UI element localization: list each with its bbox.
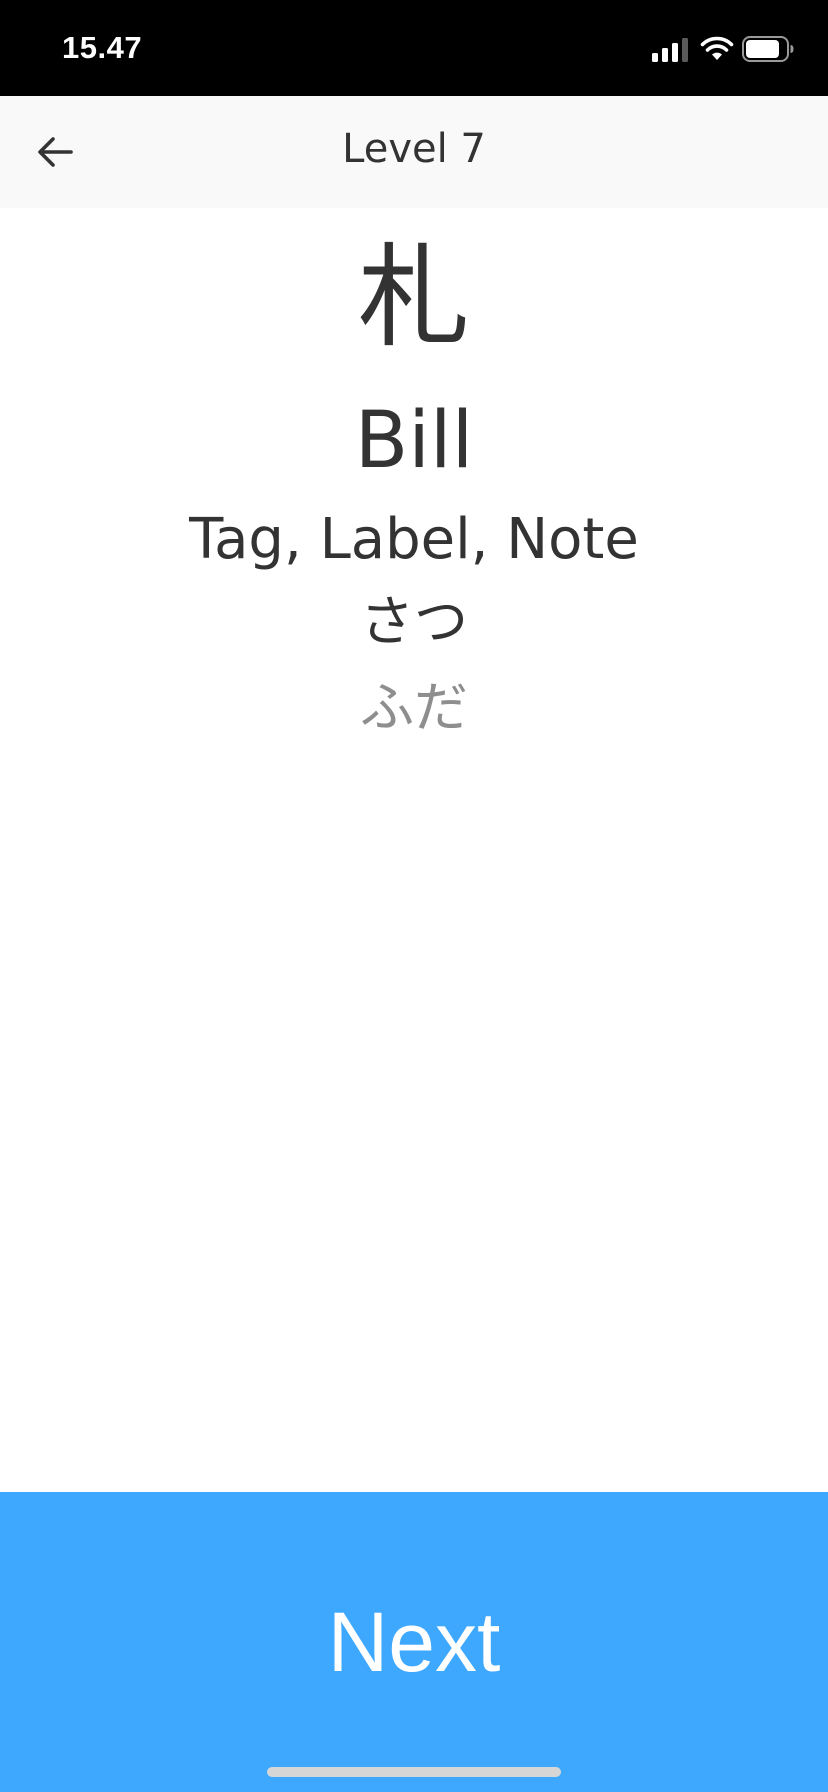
next-button-label: Next bbox=[327, 1595, 501, 1689]
status-time: 15.47 bbox=[62, 30, 143, 65]
battery-icon bbox=[742, 36, 794, 62]
wifi-icon bbox=[700, 36, 734, 60]
status-bar: 15.47 bbox=[0, 0, 828, 96]
home-indicator bbox=[267, 1767, 561, 1777]
other-meanings: Tag, Label, Note bbox=[189, 507, 639, 572]
page-title: Level 7 bbox=[342, 126, 486, 172]
kunyomi-reading: ふだ bbox=[360, 676, 468, 739]
cellular-signal-icon bbox=[652, 38, 688, 62]
nav-bar: Level 7 bbox=[0, 96, 828, 208]
next-button[interactable]: Next bbox=[0, 1492, 828, 1792]
screen: 15.47 Level 7 札 Bill Tag, Label, Note さつ… bbox=[0, 0, 828, 1792]
primary-meaning: Bill bbox=[354, 396, 474, 486]
kanji-character: 札 bbox=[358, 233, 470, 363]
onyomi-reading: さつ bbox=[360, 590, 468, 653]
